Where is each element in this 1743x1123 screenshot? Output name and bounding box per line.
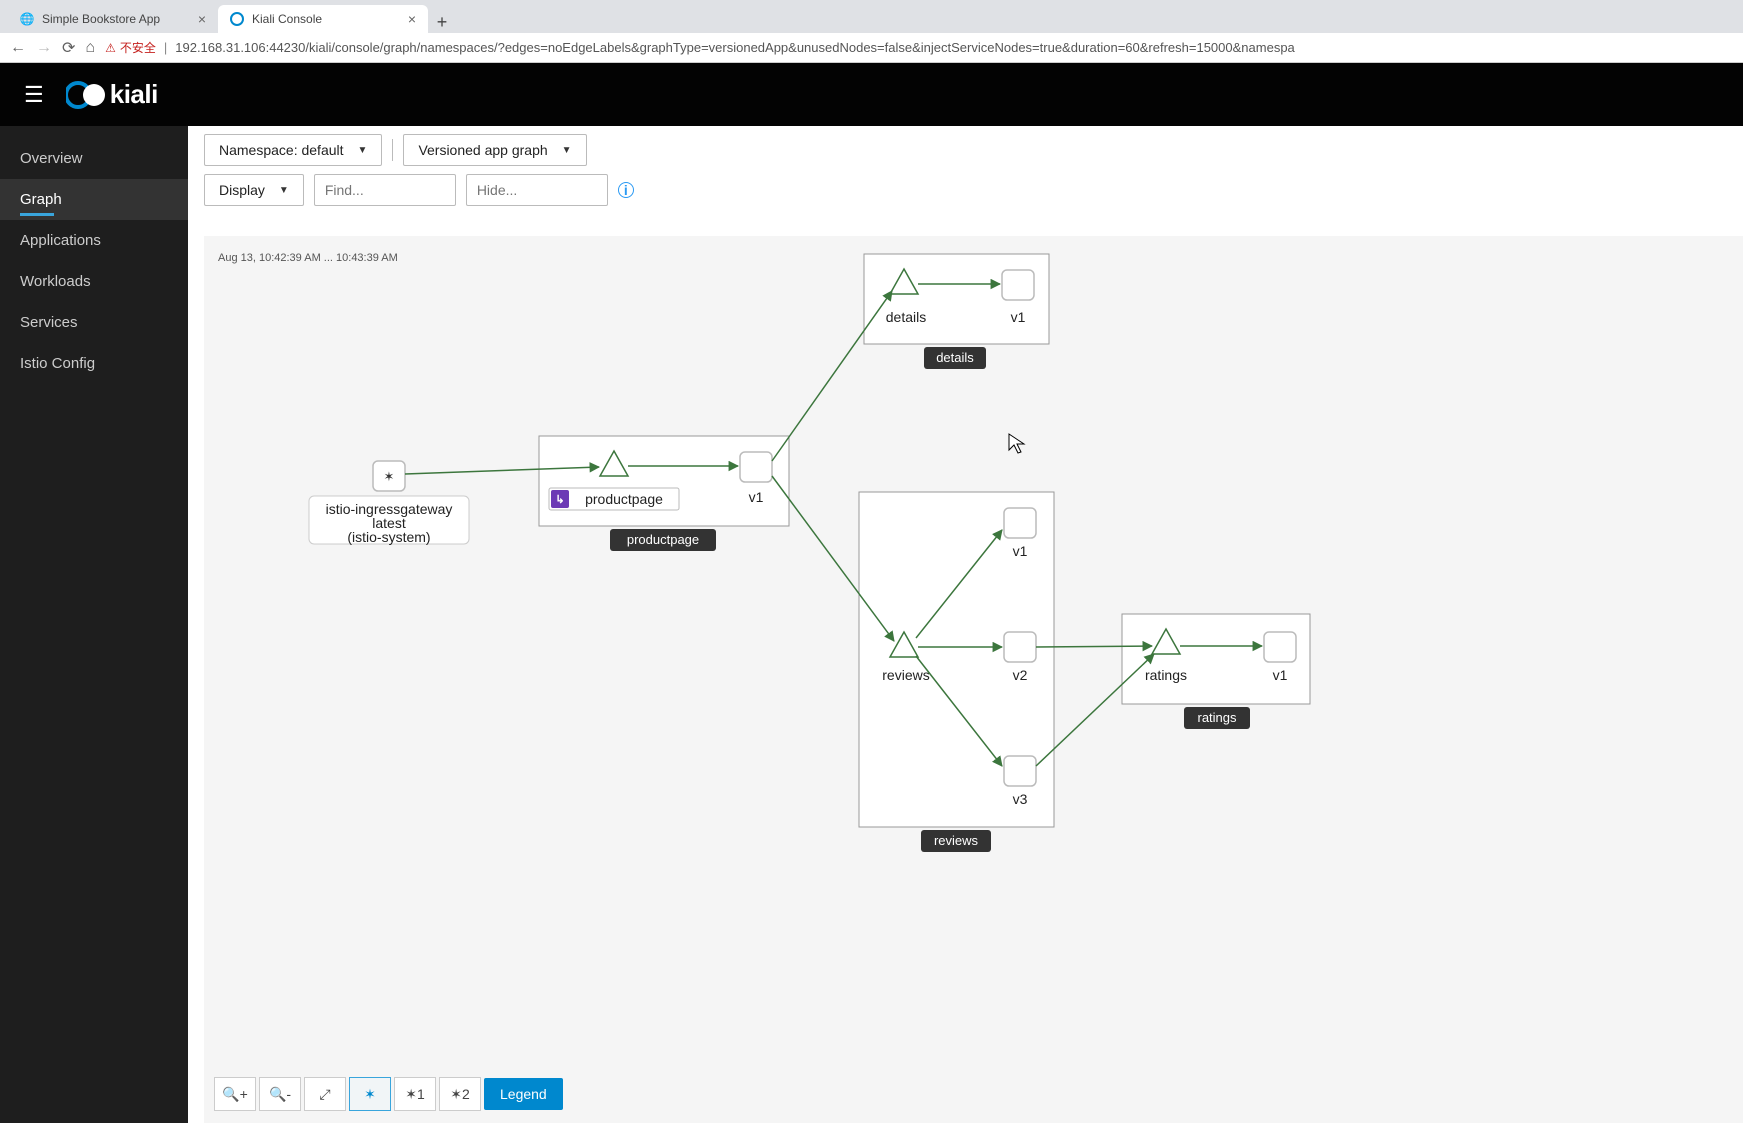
kiali-logo-icon — [66, 78, 100, 112]
zoom-in-button[interactable]: 🔍+ — [214, 1077, 256, 1111]
url-field[interactable]: ⚠ 不安全 | 192.168.31.106:44230/kiali/conso… — [105, 39, 1733, 56]
svg-text:reviews: reviews — [934, 833, 979, 848]
main-panel: Namespace: default ▼ Versioned app graph… — [188, 126, 1743, 1123]
kiali-logo[interactable]: kiali — [66, 78, 158, 112]
browser-tab-strip: 🌐 Simple Bookstore App × Kiali Console ×… — [0, 0, 1743, 33]
svg-text:reviews: reviews — [882, 667, 929, 683]
close-icon[interactable]: × — [408, 11, 416, 27]
graph-canvas[interactable]: Aug 13, 10:42:39 AM ... 10:43:39 AM ✶ is… — [204, 236, 1743, 1123]
group-reviews[interactable]: reviews reviews v1 v2 v3 — [859, 492, 1054, 852]
back-button[interactable]: ← — [10, 39, 26, 57]
forward-button[interactable]: → — [36, 39, 52, 57]
sidebar-item-graph[interactable]: Graph — [0, 179, 188, 220]
find-input[interactable] — [314, 174, 456, 206]
kiali-favicon-icon — [230, 12, 244, 26]
tab-title: Simple Bookstore App — [42, 12, 160, 26]
warning-icon: ⚠ — [105, 41, 116, 55]
sidebar-item-overview[interactable]: Overview — [0, 138, 188, 179]
url-text: 192.168.31.106:44230/kiali/console/graph… — [175, 40, 1295, 55]
app-header: ☰ kiali — [0, 63, 1743, 126]
svg-text:v1: v1 — [1013, 543, 1028, 559]
svg-text:ratings: ratings — [1145, 667, 1187, 683]
caret-down-icon: ▼ — [562, 145, 572, 156]
home-button[interactable]: ⌂ — [85, 39, 95, 57]
zoom-out-button[interactable]: 🔍- — [259, 1077, 301, 1111]
sidebar: Overview Graph Applications Workloads Se… — [0, 126, 188, 1123]
svg-text:v1: v1 — [749, 489, 764, 505]
svg-text:productpage: productpage — [627, 532, 699, 547]
reload-button[interactable]: ⟳ — [62, 38, 75, 58]
layout-2-button[interactable]: ✶2 — [439, 1077, 481, 1111]
fit-button[interactable]: ⤢ — [304, 1077, 346, 1111]
svg-text:details: details — [936, 350, 974, 365]
edge-reviews-v2-ratings[interactable] — [1036, 646, 1152, 647]
svg-text:✶: ✶ — [384, 469, 395, 484]
graph-type-dropdown[interactable]: Versioned app graph ▼ — [403, 134, 586, 166]
group-ratings[interactable]: ratings ratings v1 — [1122, 614, 1310, 729]
sidebar-item-istio-config[interactable]: Istio Config — [0, 343, 188, 384]
graph-toolbar: Namespace: default ▼ Versioned app graph… — [188, 126, 1743, 214]
address-bar: ← → ⟳ ⌂ ⚠ 不安全 | 192.168.31.106:44230/kia… — [0, 33, 1743, 63]
edge-productpage-details[interactable] — [772, 291, 892, 461]
caret-down-icon: ▼ — [358, 145, 368, 156]
sidebar-item-applications[interactable]: Applications — [0, 220, 188, 261]
graph-tools: 🔍+ 🔍- ⤢ ✶ ✶1 ✶2 Legend — [214, 1077, 563, 1111]
service-graph[interactable]: ✶ istio-ingressgateway latest (istio-sys… — [204, 236, 1743, 1123]
hamburger-icon[interactable]: ☰ — [24, 82, 44, 108]
browser-tab-kiali[interactable]: Kiali Console × — [218, 5, 428, 33]
sidebar-item-workloads[interactable]: Workloads — [0, 261, 188, 302]
svg-text:details: details — [886, 309, 926, 325]
insecure-label: 不安全 — [120, 39, 156, 56]
browser-tab-bookstore[interactable]: 🌐 Simple Bookstore App × — [8, 5, 218, 33]
sidebar-item-services[interactable]: Services — [0, 302, 188, 343]
svg-text:v1: v1 — [1011, 309, 1026, 325]
hide-input[interactable] — [466, 174, 608, 206]
brand-text: kiali — [110, 79, 158, 110]
svg-text:productpage: productpage — [585, 491, 663, 507]
layout-1-button[interactable]: ✶1 — [394, 1077, 436, 1111]
insecure-badge: ⚠ 不安全 — [105, 39, 156, 56]
svg-text:↳: ↳ — [555, 494, 564, 506]
cursor-icon — [1009, 434, 1024, 453]
svg-text:(istio-system): (istio-system) — [347, 529, 430, 545]
legend-button[interactable]: Legend — [484, 1078, 563, 1110]
globe-icon: 🌐 — [20, 12, 34, 26]
layout-default-button[interactable]: ✶ — [349, 1077, 391, 1111]
close-icon[interactable]: × — [198, 11, 206, 27]
display-dropdown[interactable]: Display ▼ — [204, 174, 304, 206]
new-tab-button[interactable]: + — [428, 12, 456, 33]
svg-text:v3: v3 — [1013, 791, 1028, 807]
group-productpage[interactable]: productpage ↳ productpage v1 — [539, 436, 789, 551]
tab-title: Kiali Console — [252, 12, 322, 26]
group-details[interactable]: details details v1 — [864, 254, 1049, 369]
svg-text:ratings: ratings — [1197, 710, 1237, 725]
info-icon[interactable]: i — [618, 182, 634, 198]
svg-text:v1: v1 — [1273, 667, 1288, 683]
svg-text:v2: v2 — [1013, 667, 1028, 683]
caret-down-icon: ▼ — [279, 185, 289, 196]
node-ingressgateway[interactable]: ✶ istio-ingressgateway latest (istio-sys… — [309, 461, 469, 545]
toolbar-divider — [392, 139, 393, 161]
namespace-dropdown[interactable]: Namespace: default ▼ — [204, 134, 382, 166]
